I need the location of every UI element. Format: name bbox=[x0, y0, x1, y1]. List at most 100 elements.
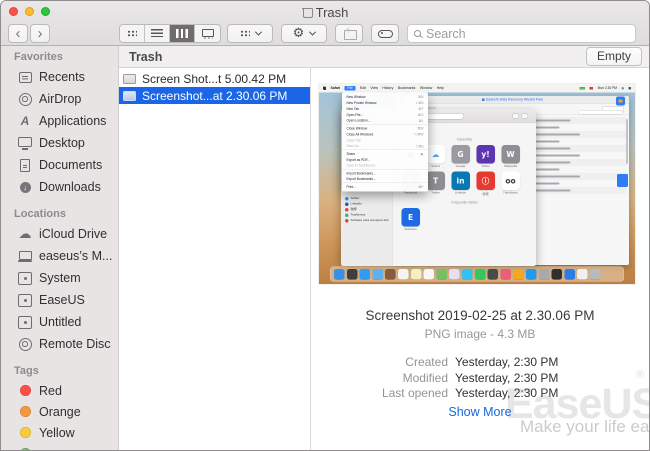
column-view-button[interactable] bbox=[170, 25, 195, 42]
gallery-view-icon bbox=[202, 29, 214, 39]
icon-view-button[interactable] bbox=[120, 25, 145, 42]
sidebar-item-label: Downloads bbox=[39, 180, 101, 194]
sidebar-item[interactable]: iCloud Drive bbox=[1, 223, 118, 245]
file-row[interactable]: Screenshot...at 2.30.06 PM bbox=[119, 87, 310, 104]
list-view-button[interactable] bbox=[145, 25, 170, 42]
sidebar-item-icon bbox=[17, 92, 33, 107]
group-icon bbox=[240, 30, 250, 37]
sidebar-tag-item[interactable] bbox=[1, 443, 118, 450]
sidebar-item-icon bbox=[17, 293, 33, 308]
dock-icon bbox=[424, 269, 435, 280]
sidebar-tag-item[interactable]: Red bbox=[1, 380, 118, 401]
tag-color-dot bbox=[20, 385, 31, 396]
thumb-menu-item: Safari bbox=[331, 87, 341, 91]
chevron-down-icon bbox=[254, 29, 261, 36]
chevron-down-icon bbox=[309, 29, 316, 36]
sidebar-item-icon bbox=[17, 180, 33, 195]
scrollbar bbox=[626, 119, 628, 164]
sidebar-item[interactable]: Applications bbox=[1, 110, 118, 132]
sidebar-item[interactable]: EaseUS bbox=[1, 289, 118, 311]
dock-icon bbox=[411, 269, 422, 280]
sidebar-section-tags: Tags bbox=[1, 362, 118, 380]
metadata-label: Last opened bbox=[311, 386, 448, 402]
file-name: Screenshot...at 2.30.06 PM bbox=[142, 89, 287, 103]
sidebar-item-label: Recents bbox=[39, 70, 85, 84]
tag-button[interactable] bbox=[371, 24, 399, 43]
dock-icon bbox=[488, 269, 499, 280]
dock-icon bbox=[475, 269, 486, 280]
dock-icon bbox=[385, 269, 396, 280]
dock-icon bbox=[513, 269, 524, 280]
sidebar-tag-item[interactable]: Yellow bbox=[1, 422, 118, 443]
thumb-recovery-title: EaseUS Data Recovery Wizard Free bbox=[486, 98, 543, 102]
action-button[interactable]: ⚙ bbox=[281, 24, 327, 43]
dock-icon bbox=[360, 269, 371, 280]
sidebar-item[interactable]: System bbox=[1, 267, 118, 289]
forward-button[interactable]: › bbox=[30, 24, 50, 43]
sidebar-tag-item[interactable]: Orange bbox=[1, 401, 118, 422]
preview-metadata: Created Yesterday, 2:30 PM Modified Yest… bbox=[311, 355, 649, 402]
sidebar-item[interactable]: easeus’s M... bbox=[1, 245, 118, 267]
spotlight-icon bbox=[622, 87, 625, 90]
gallery-view-button[interactable] bbox=[195, 25, 220, 42]
dock-icon bbox=[552, 269, 563, 280]
empty-trash-button[interactable]: Empty bbox=[586, 47, 642, 66]
search-icon bbox=[414, 30, 421, 37]
sidebar-item[interactable]: AirDrop bbox=[1, 88, 118, 110]
sidebar: Favorites Recents AirDrop Applications bbox=[1, 46, 119, 450]
sidebar-item[interactable]: Untitled bbox=[1, 311, 118, 333]
window-title: Trash bbox=[1, 4, 649, 20]
file-name: Screen Shot...t 5.00.42 PM bbox=[142, 72, 286, 86]
share-icon bbox=[344, 27, 355, 40]
sidebar-item-label: Documents bbox=[39, 158, 102, 172]
thumb-dock bbox=[330, 267, 624, 282]
location-header-bar: Trash Empty bbox=[119, 46, 649, 68]
sidebar-item-label: Remote Disc bbox=[39, 337, 111, 351]
show-more-link[interactable]: Show More bbox=[311, 405, 649, 419]
file-thumbnail-icon bbox=[123, 74, 136, 84]
file-thumbnail-icon bbox=[123, 91, 136, 101]
metadata-value: Yesterday, 2:30 PM bbox=[455, 371, 558, 387]
dock-icon bbox=[372, 269, 383, 280]
share-button[interactable] bbox=[335, 24, 363, 43]
sidebar-item[interactable]: Documents bbox=[1, 154, 118, 176]
icon-view-icon bbox=[127, 30, 137, 37]
sidebar-item-icon bbox=[17, 158, 33, 173]
search-input[interactable] bbox=[426, 27, 629, 41]
apple-menu-icon bbox=[323, 87, 326, 91]
window-chrome: Trash ‹ › ⚙ bbox=[1, 1, 649, 46]
finder-window: Trash ‹ › ⚙ Favorites bbox=[0, 0, 650, 451]
trash-proxy-icon bbox=[302, 7, 312, 18]
sidebar-item[interactable]: Remote Disc bbox=[1, 333, 118, 355]
thumb-menu-item: View bbox=[370, 87, 378, 91]
back-button[interactable]: ‹ bbox=[8, 24, 28, 43]
preview-pane: EaseUS ® Make your life easy! Safari Fil… bbox=[311, 68, 649, 450]
dock-icon bbox=[500, 269, 511, 280]
preview-image-desktop: Safari File Edit View History bbox=[319, 84, 635, 284]
tag-label: Red bbox=[39, 384, 62, 398]
sidebar-item[interactable]: Desktop bbox=[1, 132, 118, 154]
favorite-site-tile: ☁ iCloud bbox=[426, 145, 445, 168]
metadata-row: Created Yesterday, 2:30 PM bbox=[311, 355, 649, 371]
sidebar-item[interactable]: Recents bbox=[1, 66, 118, 88]
frequently-visited-tile: E Solutions bbox=[401, 208, 420, 231]
favorite-site-tile: oo TripAdvisor bbox=[501, 172, 520, 197]
column-view-icon bbox=[176, 29, 188, 38]
favorite-site-tile: W Wikipedia bbox=[501, 145, 520, 168]
dock-icon bbox=[347, 269, 358, 280]
favorite-site-tile: ⓘ 微博 bbox=[476, 172, 495, 197]
tag-label: Orange bbox=[39, 405, 81, 419]
search-field[interactable] bbox=[407, 24, 636, 43]
tag-icon bbox=[378, 30, 393, 38]
gear-icon: ⚙ bbox=[293, 27, 305, 40]
sidebar-item-label: System bbox=[39, 271, 81, 285]
sidebar-item-label: easeus’s M... bbox=[39, 249, 112, 263]
favorite-site-tile: T Twitter bbox=[426, 172, 445, 197]
thumb-favorite-link: Software para recuperar disc bbox=[341, 218, 393, 224]
sidebar-item-label: iCloud Drive bbox=[39, 227, 107, 241]
preview-image: Safari File Edit View History bbox=[319, 84, 635, 284]
sidebar-item[interactable]: Downloads bbox=[1, 176, 118, 198]
thumb-file-menu-item: Save As... ⇧⌘S bbox=[342, 144, 428, 151]
group-by-button[interactable] bbox=[227, 24, 273, 43]
file-row[interactable]: Screen Shot...t 5.00.42 PM bbox=[119, 70, 310, 87]
